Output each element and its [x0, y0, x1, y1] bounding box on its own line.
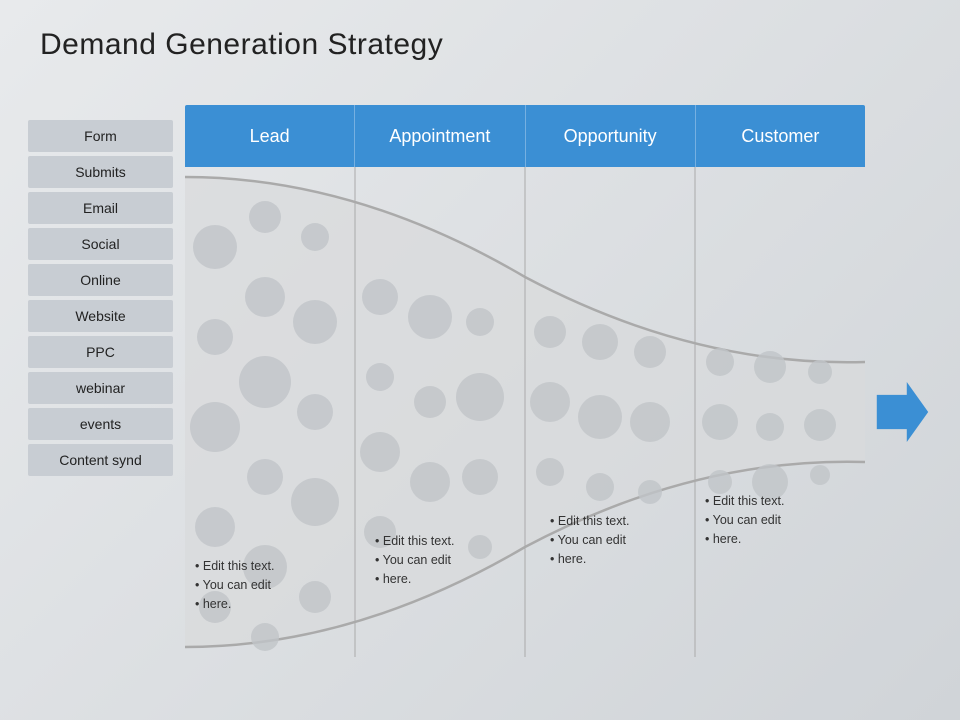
sidebar-item-social[interactable]: Social — [28, 228, 173, 260]
sidebar-item-website[interactable]: Website — [28, 300, 173, 332]
sidebar-item-content-synd[interactable]: Content synd — [28, 444, 173, 476]
header-opportunity: Opportunity — [526, 105, 696, 167]
header-customer: Customer — [696, 105, 865, 167]
sidebar-item-webinar[interactable]: webinar — [28, 372, 173, 404]
annotation-opportunity: Edit this text. You can edit here. — [550, 512, 710, 568]
header-lead: Lead — [185, 105, 355, 167]
funnel-container: Edit this text. You can edit here. Edit … — [185, 167, 920, 657]
annotation-appointment: Edit this text. You can edit here. — [375, 532, 535, 588]
sidebar-item-online[interactable]: Online — [28, 264, 173, 296]
sidebar-item-events[interactable]: events — [28, 408, 173, 440]
header-appointment: Appointment — [355, 105, 525, 167]
sidebar-item-submits[interactable]: Submits — [28, 156, 173, 188]
sidebar: Form Submits Email Social Online Website… — [28, 120, 173, 476]
diagram-area: Lead Appointment Opportunity Customer — [185, 105, 920, 685]
annotation-customer: Edit this text. You can edit here. — [705, 492, 860, 548]
header-row: Lead Appointment Opportunity Customer — [185, 105, 865, 167]
page-title: Demand Generation Strategy — [40, 28, 443, 62]
sidebar-item-ppc[interactable]: PPC — [28, 336, 173, 368]
annotation-lead: Edit this text. You can edit here. — [195, 557, 355, 613]
sidebar-item-form[interactable]: Form — [28, 120, 173, 152]
sidebar-item-email[interactable]: Email — [28, 192, 173, 224]
arrow-right — [875, 382, 930, 442]
